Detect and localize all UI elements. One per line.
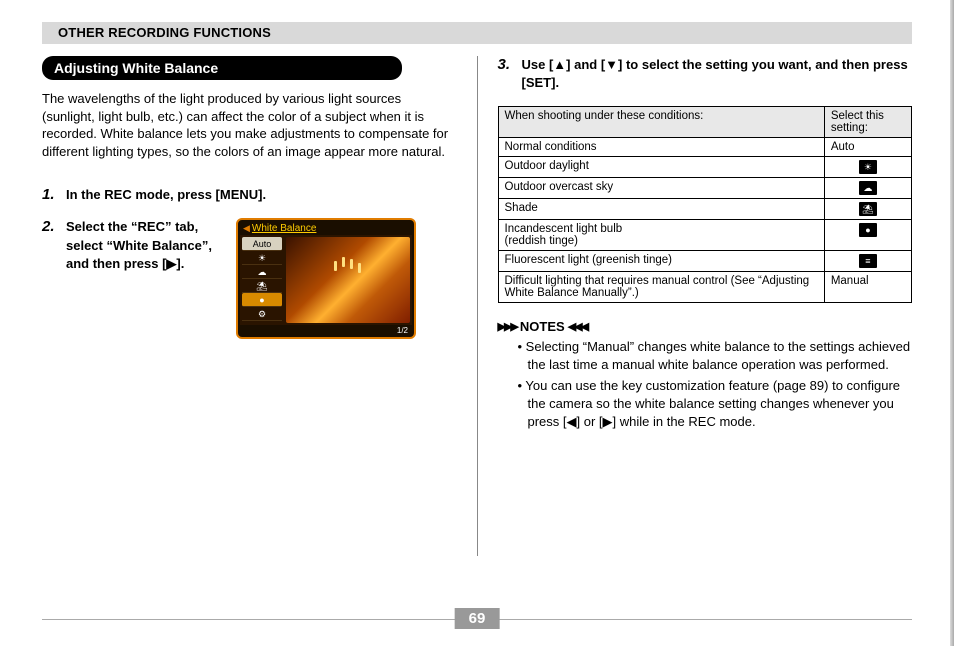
intro-paragraph: The wavelengths of the light produced by… [42,90,457,160]
step-text: Select the “REC” tab, select “White Bala… [66,218,226,273]
setting-cell: ≡ [824,251,911,272]
setting-icon: ≡ [859,254,877,268]
condition-cell: Difficult lighting that requires manual … [498,272,824,303]
step-number: 3. [498,56,522,92]
page-footer: 69 [42,619,912,620]
step-2: 2. Select the “REC” tab, select “White B… [42,218,457,339]
notes-deco-left-icon: ▶▶▶ [498,320,517,333]
step-text: Use [▲] and [▼] to select the setting yo… [522,56,913,92]
notes-list: • Selecting “Manual” changes white balan… [498,338,913,430]
table-row: Outdoor overcast sky ☁ [498,178,912,199]
setting-icon: ☀ [859,160,877,174]
white-balance-settings-table: When shooting under these conditions: Se… [498,106,913,303]
table-row: Fluorescent light (greenish tinge) ≡ [498,251,912,272]
condition-cell: Normal conditions [498,138,824,157]
page-edge-shadow [950,0,954,646]
notes-deco-right-icon: ◀◀◀ [568,320,587,333]
lcd-option: ☁ [242,265,282,279]
setting-cell: ☀ [824,157,911,178]
camera-lcd-screenshot: ◀ White Balance Auto ☀ ☁ ⛱ ● [236,218,416,339]
lcd-option: ⚙ [242,307,282,321]
table-row: Shade ⛱ [498,199,912,220]
section-header: OTHER RECORDING FUNCTIONS [42,22,912,44]
page-number: 69 [455,608,500,629]
lcd-option-selected: ● [242,293,282,307]
setting-icon: ⛱ [859,202,877,216]
lcd-page-indicator: 1/2 [240,325,412,335]
notes-label: NOTES [520,319,565,334]
note-item: • You can use the key customization feat… [518,377,913,430]
step-text: In the REC mode, press [MENU]. [66,186,266,204]
condition-cell: Fluorescent light (greenish tinge) [498,251,824,272]
table-header-setting: Select this setting: [824,107,911,138]
setting-cell: ☁ [824,178,911,199]
table-header-conditions: When shooting under these conditions: [498,107,824,138]
notes-heading: ▶▶▶ NOTES ◀◀◀ [498,319,913,334]
note-item: • Selecting “Manual” changes white balan… [518,338,913,373]
topic-heading: Adjusting White Balance [42,56,402,80]
right-column: 3. Use [▲] and [▼] to select the setting… [478,56,913,556]
lcd-back-arrow-icon: ◀ [243,223,250,234]
step-number: 1. [42,186,66,204]
condition-cell: Incandescent light bulb (reddish tinge) [498,220,824,251]
lcd-option-list: Auto ☀ ☁ ⛱ ● ⚙ [242,237,282,321]
condition-cell: Shade [498,199,824,220]
condition-cell: Outdoor daylight [498,157,824,178]
step-3: 3. Use [▲] and [▼] to select the setting… [498,56,913,92]
step-number: 2. [42,218,66,339]
left-column: Adjusting White Balance The wavelengths … [42,56,477,556]
setting-cell: Auto [824,138,911,157]
table-row: Incandescent light bulb (reddish tinge) ● [498,220,912,251]
setting-cell: ⛱ [824,199,911,220]
lcd-preview-image [286,237,410,323]
lcd-option: Auto [242,237,282,251]
step-1: 1. In the REC mode, press [MENU]. [42,186,457,204]
setting-icon: ☁ [859,181,877,195]
section-header-text: OTHER RECORDING FUNCTIONS [42,25,271,40]
table-row: Difficult lighting that requires manual … [498,272,912,303]
condition-cell: Outdoor overcast sky [498,178,824,199]
lcd-option: ⛱ [242,279,282,293]
table-row: Outdoor daylight ☀ [498,157,912,178]
lcd-title-text: White Balance [252,223,316,234]
setting-cell: Manual [824,272,911,303]
lcd-option: ☀ [242,251,282,265]
setting-icon: ● [859,223,877,237]
table-row: Normal conditionsAuto [498,138,912,157]
setting-cell: ● [824,220,911,251]
